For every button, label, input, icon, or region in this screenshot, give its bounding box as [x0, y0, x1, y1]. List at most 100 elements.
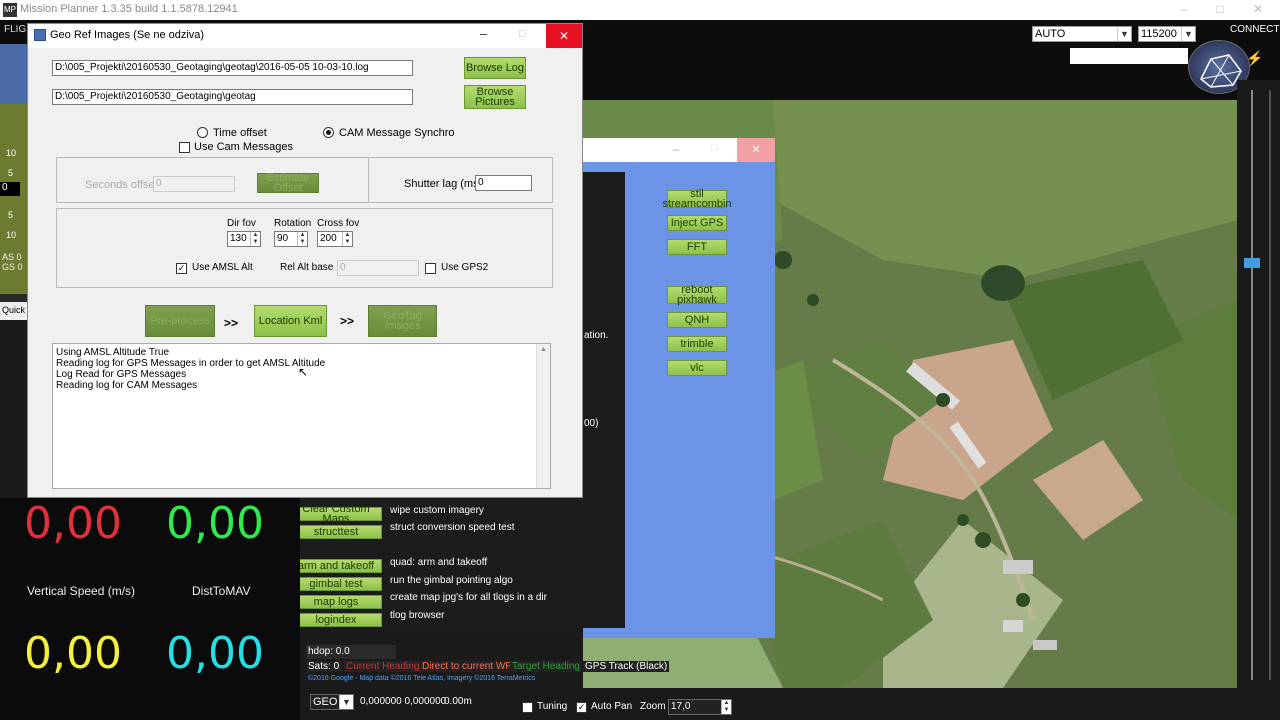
rotation-spinner[interactable]: 90 ▲ ▼ — [274, 231, 308, 247]
preprocess-button[interactable]: Pre-process — [145, 305, 215, 337]
chevron-down-icon: ▼ — [339, 695, 353, 709]
structtest-button[interactable]: structtest — [290, 525, 382, 539]
use-cam-messages-checkbox[interactable] — [179, 142, 190, 153]
gps-track-legend: GPS Track (Black) — [583, 661, 670, 672]
rel-alt-base-input[interactable]: 0 — [337, 260, 419, 276]
quick-tab[interactable]: Quick — [0, 302, 28, 320]
app-title: Mission Planner 1.3.35 build 1.1.5878.12… — [20, 3, 238, 15]
updown-icon[interactable]: ▲ ▼ — [342, 232, 352, 246]
dir-fov-label: Dir fov — [227, 218, 256, 229]
cam-message-synchro-radio[interactable] — [323, 127, 334, 138]
arrow-1: >> — [224, 316, 239, 330]
close-icon[interactable]: ✕ — [546, 24, 582, 48]
dialog-titlebar: Geo Ref Images (Se ne odziva) – □ ✕ — [28, 24, 582, 48]
time-offset-radio[interactable] — [197, 127, 208, 138]
trimble-button[interactable]: trimble — [667, 336, 727, 352]
qnh-button[interactable]: QNH — [667, 312, 727, 328]
minimize-icon[interactable]: – — [1176, 2, 1192, 18]
gimbal-test-button[interactable]: gimbal test — [290, 577, 382, 591]
use-cam-messages-label: Use Cam Messages — [194, 141, 294, 153]
shutter-lag-input[interactable]: 0 — [475, 175, 532, 191]
minimize-icon[interactable]: – — [480, 26, 487, 41]
updown-icon[interactable]: ▲ ▼ — [297, 232, 307, 246]
scroll-up-icon[interactable]: ▲ — [537, 344, 550, 355]
geo-combo-value: GEO — [313, 696, 338, 708]
updown-icon[interactable]: ▲ ▼ — [721, 700, 731, 714]
log-line: Reading log for CAM Messages — [56, 380, 198, 391]
alt-label: 0.00m — [444, 696, 472, 707]
altitude-track — [1251, 90, 1253, 680]
inject-gps-button[interactable]: Inject GPS — [667, 215, 727, 231]
stil-streamcombin-button[interactable]: stil streamcombin — [662, 189, 731, 210]
app-icon: MP — [3, 3, 17, 17]
mouse-cursor-icon: ↖ — [298, 365, 309, 379]
rotation-label: Rotation — [274, 218, 312, 229]
maximize-icon[interactable]: □ — [519, 28, 526, 40]
geo-combo[interactable]: GEO ▼ — [310, 694, 354, 710]
mode-combo[interactable]: AUTO ▼ — [1032, 26, 1132, 42]
chevron-down-icon: ▼ — [1117, 27, 1131, 41]
chevron-down-icon: ▼ — [1181, 27, 1195, 41]
direct-wp-legend: Direct to current WP — [420, 661, 515, 672]
group-divider — [368, 158, 369, 202]
close-icon[interactable]: ✕ — [737, 138, 775, 162]
seconds-offset-input[interactable]: 0 — [153, 176, 235, 192]
minimize-icon[interactable]: – — [673, 142, 680, 156]
log-line: Using AMSL Altitude True — [56, 347, 170, 358]
hud-scale-10: 10 — [6, 148, 17, 158]
baud-combo[interactable]: 115200 ▼ — [1138, 26, 1196, 42]
hud-scale-0: 0 — [0, 182, 20, 196]
tuning-checkbox[interactable] — [522, 702, 533, 713]
tool-desc: run the gimbal pointing algo — [390, 575, 513, 586]
pictures-path-input[interactable]: D:\005_Projekti\20160530_Geotaging\geota… — [52, 89, 413, 105]
quick-value-2: 0,00 — [166, 498, 264, 549]
dir-fov-spinner[interactable]: 130 ▲ ▼ — [227, 231, 261, 247]
tool-desc: quad: arm and takeoff — [390, 557, 488, 568]
tuning-label: Tuning — [537, 701, 568, 712]
connect-label[interactable]: CONNECT — [1230, 24, 1279, 35]
log-path-input[interactable]: D:\005_Projekti\20160530_Geotaging\geota… — [52, 60, 413, 76]
quick-value-1: 0,00 — [24, 498, 122, 549]
tool-desc: create map jpg's for all tlogs in a dir — [390, 592, 547, 603]
tool-desc: struct conversion speed test — [390, 522, 515, 533]
sats-label: Sats: 0 — [306, 661, 342, 672]
tool-fragment-ation: ation. — [584, 330, 609, 341]
log-scrollbar[interactable]: ▲ — [536, 344, 550, 488]
mode-combo-value: AUTO — [1035, 28, 1066, 40]
map-logs-button[interactable]: map logs — [290, 595, 382, 609]
cross-fov-spinner[interactable]: 200 ▲ ▼ — [317, 231, 353, 247]
maximize-icon[interactable]: □ — [711, 142, 718, 154]
hud-scale-5b: 5 — [8, 210, 14, 220]
browse-pictures-button[interactable]: Browse Pictures — [464, 85, 526, 109]
browse-log-button[interactable]: Browse Log — [464, 57, 526, 79]
cross-fov-value: 200 — [320, 233, 337, 244]
plug-icon: ⚡ — [1246, 50, 1264, 66]
altitude-slider-thumb[interactable] — [1244, 258, 1260, 268]
auto-pan-checkbox[interactable]: ✓ — [576, 702, 587, 713]
geo-ref-dialog: Geo Ref Images (Se ne odziva) – □ ✕ D:\0… — [27, 23, 583, 498]
maximize-icon[interactable]: □ — [1212, 2, 1228, 18]
reboot-pixhawk-button[interactable]: reboot pixhawk — [667, 285, 727, 306]
logindex-button[interactable]: logindex — [290, 613, 382, 627]
location-kml-button[interactable]: Location Kml — [254, 305, 327, 337]
use-amsl-alt-checkbox[interactable]: ✓ — [176, 263, 187, 274]
current-heading-legend: Current Heading — [344, 661, 422, 672]
arm-and-takeoff-button[interactable]: arm and takeoff — [290, 559, 382, 573]
estimate-offset-button[interactable]: Estimate Offset — [257, 173, 319, 194]
config-window-titlebar: – □ ✕ — [583, 138, 775, 162]
hud-scale-5: 5 — [8, 168, 14, 178]
map-footer: GEO ▼ 0,000000 0,000000 0.00m Tuning ✓ A… — [300, 690, 1280, 720]
clear-custom-maps-button[interactable]: Clear Custom Maps — [290, 504, 382, 525]
geotag-images-button[interactable]: GeoTag Images — [368, 305, 437, 337]
time-offset-label: Time offset — [213, 127, 267, 139]
close-icon[interactable]: ✕ — [1250, 2, 1266, 18]
use-gps2-checkbox[interactable] — [425, 263, 436, 274]
dialog-icon — [34, 29, 46, 41]
zoom-spinner[interactable]: 17,0 ▲ ▼ — [668, 699, 732, 715]
updown-icon[interactable]: ▲ ▼ — [250, 232, 260, 246]
fft-button[interactable]: FFT — [667, 239, 727, 255]
hud-left-strip: 10 5 0 5 10 AS 0 GS 0 Quick — [0, 44, 28, 320]
vlc-button[interactable]: vlc — [667, 360, 727, 376]
hud-sky — [0, 44, 28, 104]
cam-message-synchro-label: CAM Message Synchro — [339, 127, 455, 139]
